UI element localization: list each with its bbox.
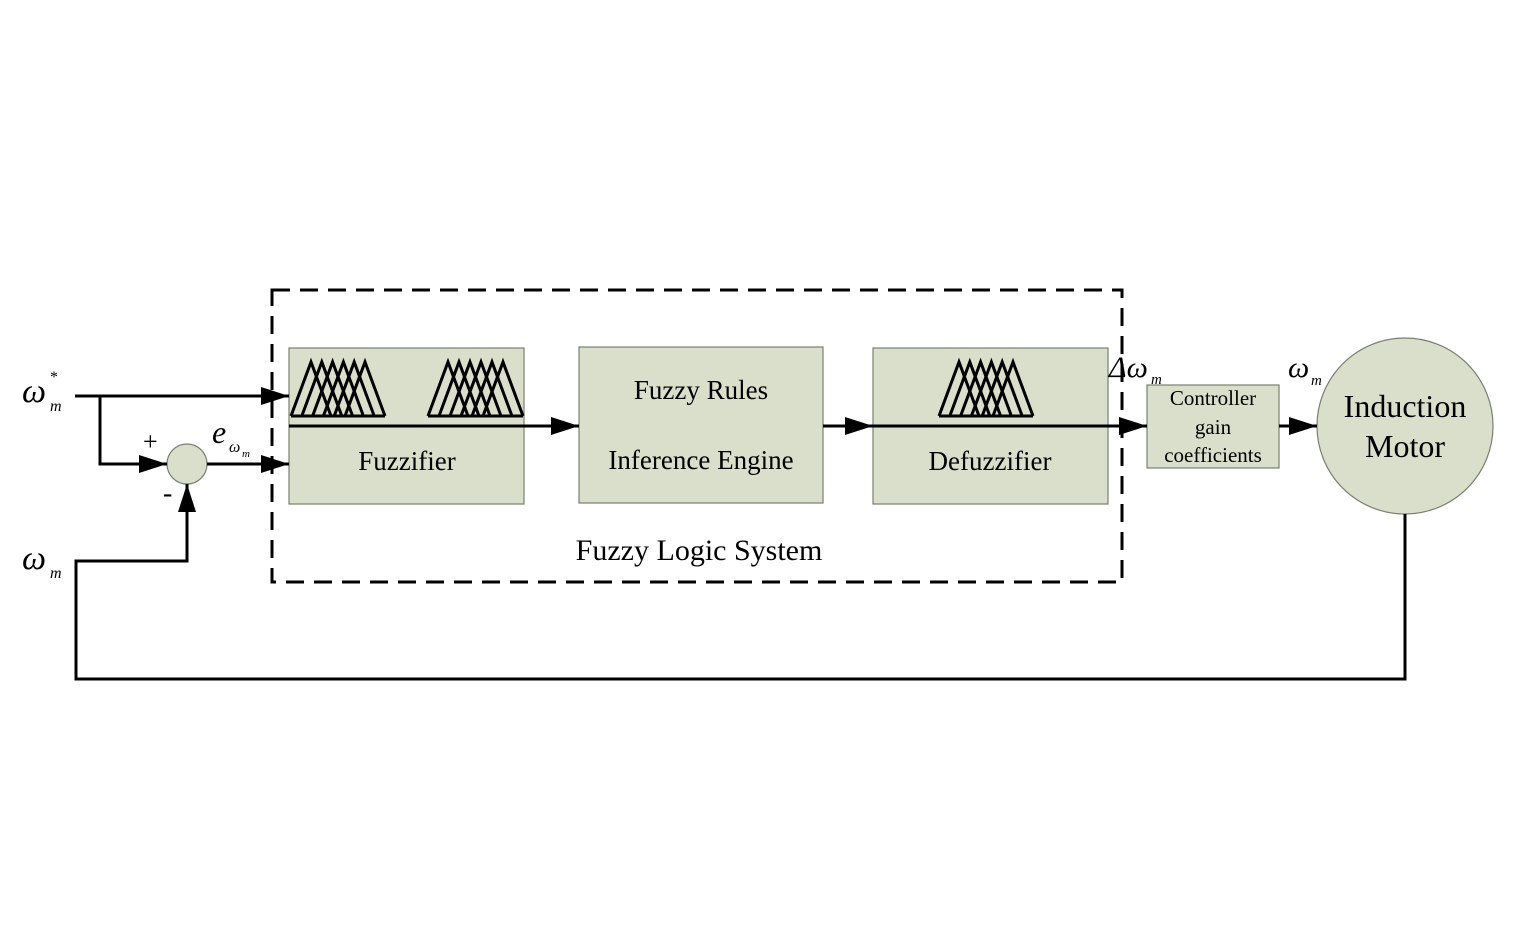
delta-speed-label: Δω: [1108, 351, 1148, 384]
motor-label-2: Motor: [1365, 428, 1445, 464]
induction-motor: [1316, 337, 1494, 515]
motor-label-1: Induction: [1344, 388, 1467, 424]
error-subsub: m: [242, 448, 250, 460]
fuzzy-rules-label: Fuzzy Rules: [634, 375, 768, 405]
gain-label-1: Controller: [1170, 386, 1256, 410]
error-sub: ω: [229, 439, 240, 456]
output-speed-sub: m: [1311, 373, 1322, 389]
delta-speed-sub: m: [1151, 372, 1162, 388]
fuzzy-controller-diagram: Fuzzy Logic System Fuzzifier Fuzzy Rules…: [22, 288, 1494, 681]
reference-speed-sup: *: [50, 369, 58, 386]
inference-engine-label: Inference Engine: [608, 445, 793, 475]
plus-sign: +: [143, 427, 158, 456]
error-label: e: [212, 414, 226, 450]
reference-speed-label: ω: [22, 373, 46, 410]
minus-sign: -: [163, 478, 172, 509]
fuzzifier-label: Fuzzifier: [358, 446, 455, 476]
feedback-speed-label: ω: [22, 540, 46, 577]
defuzzifier-label: Defuzzifier: [929, 446, 1052, 476]
gain-label-2: gain: [1195, 415, 1232, 439]
summing-junction: [166, 443, 208, 485]
gain-label-3: coefficients: [1164, 443, 1262, 467]
reference-speed-sub: m: [50, 398, 62, 415]
feedback-speed-sub: m: [50, 565, 62, 582]
fuzzy-logic-system-label: Fuzzy Logic System: [576, 534, 823, 567]
output-speed-label: ω: [1288, 351, 1309, 384]
inference-block: [578, 346, 824, 504]
